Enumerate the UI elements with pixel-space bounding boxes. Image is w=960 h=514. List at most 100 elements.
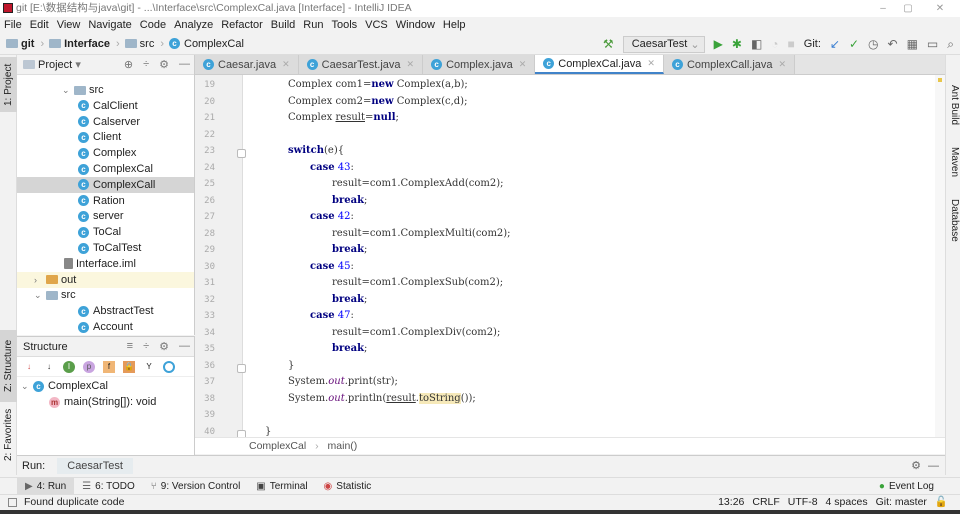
close-tab-icon[interactable]: ✕ [519,59,527,70]
show-fields-icon[interactable]: f [103,360,115,373]
menu-refactor[interactable]: Refactor [221,17,263,33]
project-tree-item[interactable]: c Client [17,129,194,145]
expand-arrow-icon[interactable]: ⌄ [62,82,74,98]
collapse-icon[interactable]: ÷ [143,58,149,71]
project-tree-item[interactable]: ⌄ src [17,287,194,303]
hide-icon[interactable]: — [179,58,190,71]
terminal-icon[interactable]: ▭ [927,37,938,51]
debug-icon[interactable]: ✱ [732,37,742,51]
maximize-button[interactable]: ▢ [893,0,923,17]
project-view-dropdown[interactable]: Project [38,59,72,71]
hide-icon[interactable]: — [179,340,190,353]
run-with-coverage-icon[interactable]: ◧ [751,37,762,51]
breadcrumb-src[interactable]: src [124,38,154,50]
code-breadcrumb-class[interactable]: ComplexCal [249,440,306,452]
expand-all-icon[interactable]: ≡ [127,340,133,353]
expand-arrow-icon[interactable]: ⌄ [34,287,46,303]
collapse-all-icon[interactable]: ÷ [143,340,149,353]
close-tab-icon[interactable]: ✕ [779,59,787,70]
settings-gear-icon[interactable]: ⚙ [159,340,169,353]
structure-tool-tab[interactable]: Z: Structure [0,330,17,402]
profile-icon[interactable]: ◔ [771,37,778,51]
git-commit-icon[interactable]: ✓ [849,37,859,51]
breadcrumb-git[interactable]: git [6,38,34,50]
menu-view[interactable]: View [57,17,81,33]
menu-analyze[interactable]: Analyze [174,17,213,33]
favorites-tool-tab[interactable]: 2: Favorites [0,405,17,465]
project-tree-item[interactable]: c ToCal [17,224,194,240]
lock-icon[interactable]: 🔓 [935,495,948,510]
editor-scrollbar[interactable] [935,75,945,437]
sort-by-visibility-icon[interactable]: ↓ [23,361,35,373]
event-log-button[interactable]: ● Event Log [871,478,942,495]
line-separator[interactable]: CRLF [752,495,779,510]
structure-class-node[interactable]: ⌄ c ComplexCal [21,378,108,394]
maven-tool-tab[interactable]: Maven [946,137,960,187]
project-tree-item[interactable]: c Ration [17,193,194,209]
menu-vcs[interactable]: VCS [365,17,388,33]
menu-window[interactable]: Window [396,17,435,33]
close-tab-icon[interactable]: ✕ [282,59,290,70]
project-tree-item[interactable]: c ComplexCall [17,176,194,193]
menu-run[interactable]: Run [303,17,323,33]
run-icon[interactable]: ▶ [714,37,723,51]
structure-method-node[interactable]: m main(String[]): void [49,394,156,410]
show-inherited-icon[interactable]: I [63,360,75,373]
project-tree-item[interactable]: c Account [17,319,194,335]
indent-setting[interactable]: 4 spaces [826,495,868,510]
code-editor[interactable]: 19 20 21 22 23 24 25 26 27 28 29 30 31 32 33 34 35 36 37 38… [195,75,935,439]
menu-edit[interactable]: Edit [30,17,49,33]
fold-marker-icon[interactable] [237,149,246,158]
close-button[interactable]: ✕ [925,0,955,17]
editor-tab[interactable]: c Caesar.java ✕ [195,55,299,74]
show-lambdas-icon[interactable]: Y [143,361,155,373]
build-hammer-icon[interactable]: ⚒ [603,37,614,51]
file-encoding[interactable]: UTF-8 [788,495,818,510]
show-non-public-icon[interactable]: 🔒 [123,360,135,373]
settings-gear-icon[interactable]: ⚙ [159,58,169,71]
run-tab-caesartest[interactable]: CaesarTest [57,457,133,474]
breadcrumb-interface[interactable]: Interface [49,38,110,50]
project-tree-item[interactable]: c AbstractTest [17,303,194,319]
tool-tab-version-control[interactable]: ⑂ 9: Version Control [143,478,249,495]
history-icon[interactable]: ◷ [868,37,878,51]
collapsed-arrow-icon[interactable]: › [34,272,46,288]
project-tree-item[interactable]: Interface.iml [17,256,194,272]
tool-tab-statistic[interactable]: ◉ Statistic [316,478,380,495]
status-toggle-icon[interactable] [8,498,17,507]
git-update-icon[interactable]: ↙ [830,37,840,51]
close-tab-icon[interactable]: ✕ [407,59,415,70]
close-tab-icon[interactable]: ✕ [647,58,655,69]
ant-build-tool-tab[interactable]: Ant Build [946,75,960,135]
project-tree-item[interactable]: › out [17,271,194,288]
editor-tab[interactable]: c Complex.java ✕ [423,55,536,74]
editor-tab[interactable]: c ComplexCal.java ✕ [535,55,664,74]
sort-alpha-icon[interactable]: ↓ [43,361,55,373]
project-tree-item[interactable]: c Complex [17,145,194,161]
menu-file[interactable]: File [4,17,22,33]
project-tree-item[interactable]: c ToCalTest [17,240,194,256]
tool-tab-todo[interactable]: ☰ 6: TODO [74,478,143,495]
caret-position[interactable]: 13:26 [718,495,744,510]
project-tree-item[interactable]: c Calserver [17,114,194,130]
menu-navigate[interactable]: Navigate [88,17,131,33]
code-breadcrumb-method[interactable]: main() [328,440,358,452]
run-configuration-dropdown[interactable]: CaesarTest ⌄ [622,35,705,53]
settings-gear-icon[interactable]: ⚙ [911,459,921,472]
editor-tab[interactable]: c CaesarTest.java ✕ [298,55,424,74]
project-tool-tab[interactable]: 1: Project [0,57,17,112]
menu-build[interactable]: Build [271,17,295,33]
project-tree-item[interactable]: c CalClient [17,98,194,114]
database-tool-tab[interactable]: Database [946,190,960,250]
editor-tab[interactable]: c ComplexCall.java ✕ [663,55,796,74]
show-properties-icon[interactable]: p [83,360,95,373]
hide-icon[interactable]: — [928,460,939,472]
project-structure-icon[interactable]: ▦ [907,37,918,51]
tool-tab-terminal[interactable]: ▣ Terminal [248,478,315,495]
project-tree-item[interactable]: c server [17,208,194,224]
menu-code[interactable]: Code [140,17,166,33]
breadcrumb-complexcal[interactable]: c ComplexCal [169,38,244,50]
tool-tab-run[interactable]: ▶ 4: Run [17,477,75,495]
stop-icon[interactable]: ■ [788,37,795,51]
git-branch[interactable]: Git: master [876,495,927,510]
